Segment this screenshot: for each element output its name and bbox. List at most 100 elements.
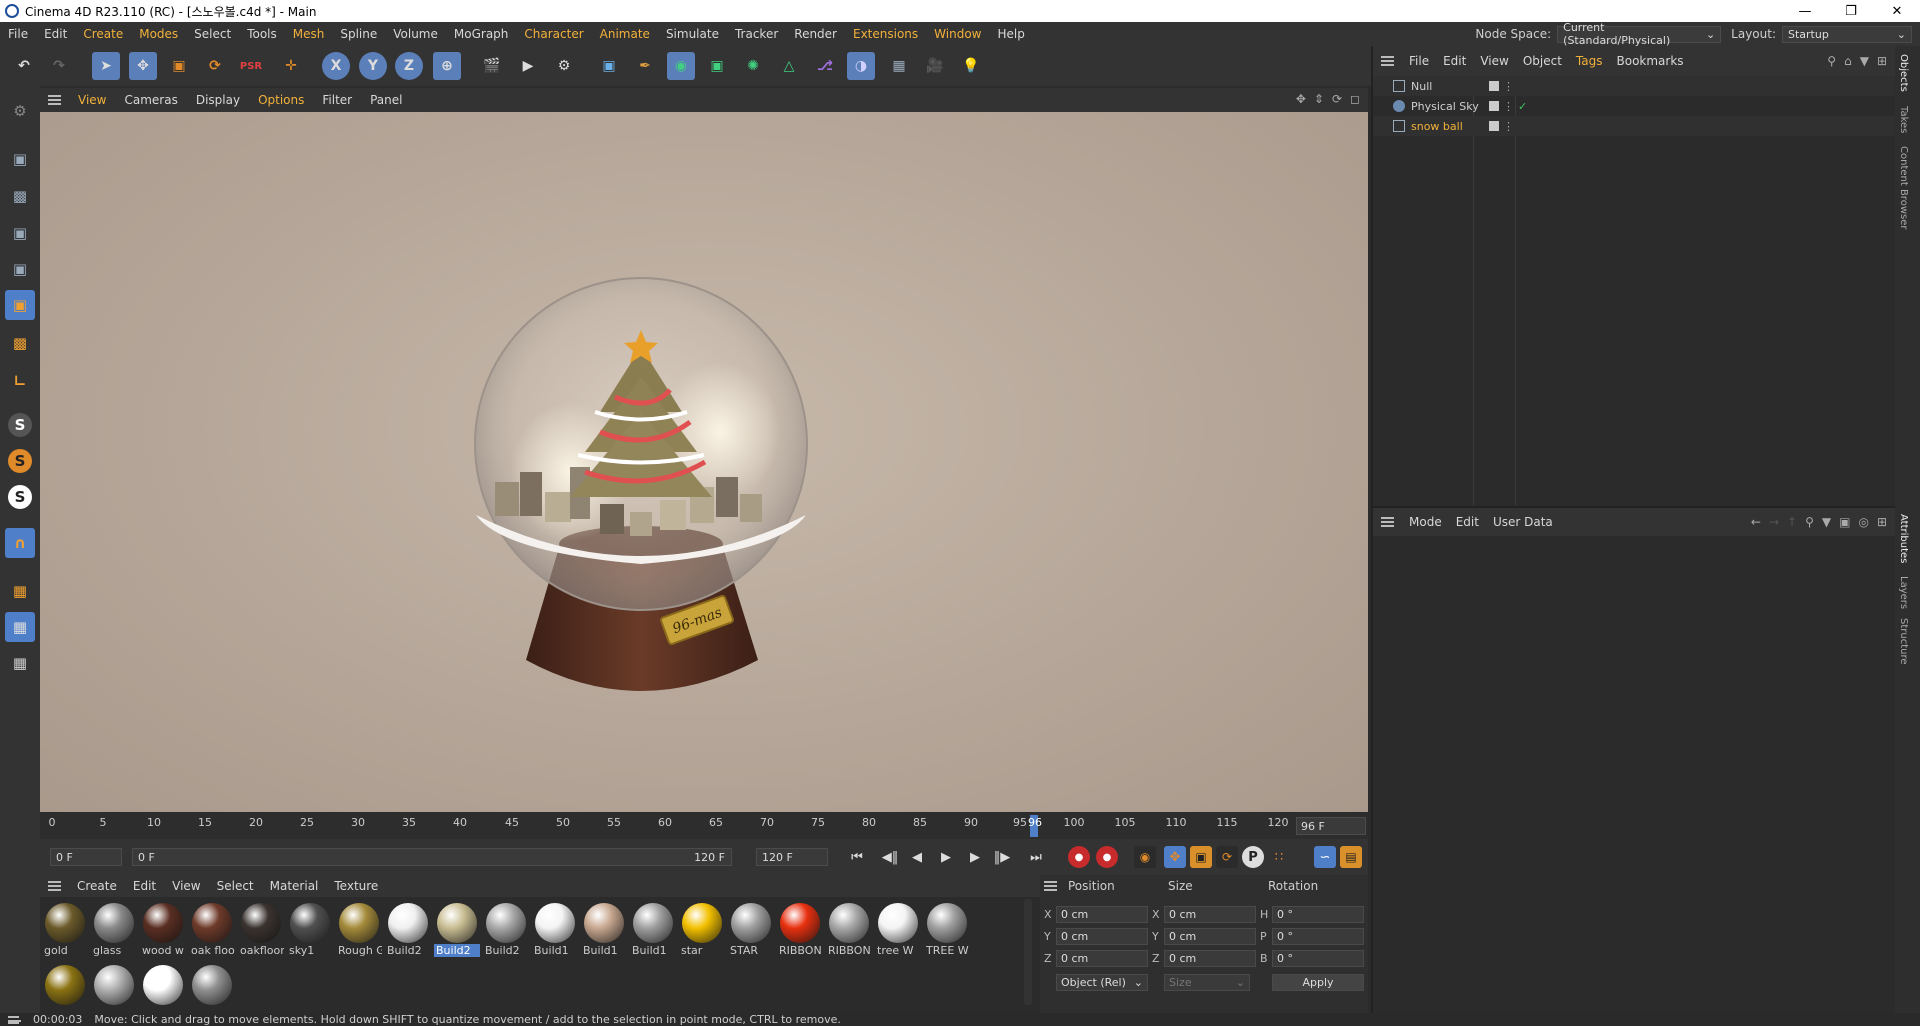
object-row-snow-ball[interactable]: snow ball ⋮ — [1373, 116, 1895, 136]
size-z-field[interactable]: 0 cm — [1164, 950, 1256, 967]
material-swatch[interactable]: oakfloor — [238, 899, 284, 961]
restore-icon[interactable]: ❐ — [1828, 0, 1874, 22]
menu-mesh[interactable]: Mesh — [285, 27, 333, 41]
end-frame-field[interactable]: 120 F — [756, 848, 828, 866]
material-swatch[interactable]: star — [679, 899, 725, 961]
render-picture-viewer-icon[interactable]: ▶ — [514, 52, 542, 80]
viewport-orbit-icon[interactable]: ⟳ — [1332, 92, 1342, 106]
mat-menu-texture[interactable]: Texture — [326, 879, 386, 893]
size-x-field[interactable]: 0 cm — [1164, 906, 1256, 923]
editor-visibility-icon[interactable] — [1489, 101, 1499, 111]
material-swatch[interactable]: sky1 — [287, 899, 333, 961]
material-swatch[interactable]: Rough G — [336, 899, 382, 961]
editor-visibility-icon[interactable] — [1489, 81, 1499, 91]
tab-objects[interactable]: Objects — [1898, 54, 1909, 92]
snapping-magnet-icon[interactable]: ∩ — [5, 528, 35, 558]
material-swatch[interactable]: Build2 — [385, 899, 431, 961]
keyframe-selection-icon[interactable]: ◉ — [1134, 846, 1156, 868]
transform-tool-icon[interactable]: ✛ — [277, 52, 305, 80]
menu-mograph[interactable]: MoGraph — [446, 27, 517, 41]
record-parameter-icon[interactable]: P — [1242, 846, 1264, 868]
viewport-menu-cameras[interactable]: Cameras — [115, 93, 186, 107]
material-swatch[interactable]: Build1 — [630, 899, 676, 961]
scale-tool-icon[interactable]: ▣ — [165, 52, 193, 80]
mat-menu-material[interactable]: Material — [262, 879, 327, 893]
render-view-icon[interactable]: 🎬 — [478, 52, 506, 80]
rot-h-field[interactable]: 0 ° — [1272, 906, 1364, 923]
tab-takes[interactable]: Takes — [1898, 106, 1909, 133]
texture-mode-icon[interactable]: ▩ — [5, 181, 35, 211]
workplane-icon[interactable]: ▦ — [5, 576, 35, 606]
pos-y-field[interactable]: 0 cm — [1056, 928, 1148, 945]
go-to-end-icon[interactable]: ⏭ — [1025, 846, 1047, 868]
obj-menu-bookmarks[interactable]: Bookmarks — [1610, 54, 1691, 68]
pos-z-field[interactable]: 0 cm — [1056, 950, 1148, 967]
undo-icon[interactable]: ↶ — [10, 52, 38, 80]
viewport-pan-icon[interactable]: ✥ — [1296, 92, 1306, 106]
settings-icon[interactable]: ◎ — [1858, 515, 1868, 529]
deformer-bend-icon[interactable]: ⎇ — [811, 52, 839, 80]
camera-icon[interactable]: 🎥 — [921, 52, 949, 80]
pen-spline-icon[interactable]: ✒ — [631, 52, 659, 80]
material-swatch[interactable]: STAR — [728, 899, 774, 961]
material-swatch[interactable]: tree W — [875, 899, 921, 961]
hamburger-menu-icon[interactable] — [8, 1015, 21, 1024]
timeline-ruler[interactable]: 0 5 10 15 20 25 30 35 40 45 50 55 60 65 … — [40, 813, 1368, 839]
menu-extensions[interactable]: Extensions — [845, 27, 926, 41]
solo-single-icon[interactable]: S — [5, 446, 35, 476]
mat-menu-view[interactable]: View — [164, 879, 208, 893]
attr-menu-mode[interactable]: Mode — [1402, 515, 1449, 529]
redo-icon[interactable]: ↷ — [45, 52, 73, 80]
tab-structure[interactable]: Structure — [1898, 618, 1909, 665]
menu-tracker[interactable]: Tracker — [727, 27, 786, 41]
search-icon[interactable]: ⚲ — [1827, 54, 1836, 68]
start-frame-field[interactable]: 0 F — [50, 848, 122, 866]
hamburger-menu-icon[interactable] — [48, 95, 61, 105]
points-mode-icon[interactable]: ▣ — [5, 218, 35, 248]
uv-mode-icon[interactable]: ▩ — [5, 328, 35, 358]
viewport-menu-options[interactable]: Options — [249, 93, 313, 107]
material-swatch[interactable]: Build1 — [581, 899, 627, 961]
menu-help[interactable]: Help — [990, 27, 1033, 41]
size-y-field[interactable]: 0 cm — [1164, 928, 1256, 945]
menu-tools[interactable]: Tools — [239, 27, 285, 41]
record-position-icon[interactable]: ✥ — [1164, 846, 1186, 868]
up-arrow-icon[interactable]: ↑ — [1787, 515, 1797, 529]
coordinate-system-icon[interactable]: ⊕ — [433, 52, 461, 80]
filter-icon[interactable]: ▼ — [1822, 515, 1831, 529]
render-visibility-dots-icon[interactable]: ⋮ — [1503, 120, 1514, 133]
checkmark-icon[interactable]: ✓ — [1518, 100, 1527, 113]
tab-content-browser[interactable]: Content Browser — [1898, 146, 1909, 229]
menu-select[interactable]: Select — [186, 27, 239, 41]
forward-arrow-icon[interactable]: → — [1769, 515, 1779, 529]
attr-menu-edit[interactable]: Edit — [1449, 515, 1486, 529]
object-row-physical-sky[interactable]: Physical Sky ⋮ ✓ — [1373, 96, 1895, 116]
next-key-icon[interactable]: ‖▶ — [991, 846, 1013, 868]
coordinate-mode-dropdown[interactable]: Object (Rel) ⌄ — [1056, 974, 1148, 991]
model-mode-icon[interactable]: ▣ — [5, 144, 35, 174]
material-swatch[interactable]: Build2 — [434, 899, 480, 961]
viewport-menu-filter[interactable]: Filter — [313, 93, 361, 107]
attr-menu-user-data[interactable]: User Data — [1486, 515, 1560, 529]
obj-menu-view[interactable]: View — [1473, 54, 1515, 68]
record-rotation-icon[interactable]: ⟳ — [1216, 846, 1238, 868]
material-swatch[interactable]: wood w — [140, 899, 186, 961]
minimize-icon[interactable]: — — [1782, 0, 1828, 22]
environment-sky-icon[interactable]: ◑ — [847, 52, 875, 80]
x-axis-lock-button[interactable]: X — [322, 52, 350, 80]
menu-modes[interactable]: Modes — [131, 27, 186, 41]
hamburger-menu-icon[interactable] — [48, 881, 61, 891]
menu-animate[interactable]: Animate — [592, 27, 658, 41]
rot-b-field[interactable]: 0 ° — [1272, 950, 1364, 967]
go-to-start-icon[interactable]: ⏮ — [846, 846, 868, 868]
y-axis-lock-button[interactable]: Y — [359, 52, 387, 80]
hamburger-menu-icon[interactable] — [1381, 517, 1394, 527]
viewport-dolly-icon[interactable]: ⇕ — [1314, 92, 1324, 106]
3d-viewport[interactable]: 96-mas — [40, 112, 1368, 812]
object-row-null[interactable]: Null ⋮ — [1373, 76, 1895, 96]
timeline-window-icon[interactable]: ▤ — [1340, 846, 1362, 868]
viewport-menu-panel[interactable]: Panel — [361, 93, 411, 107]
mat-menu-edit[interactable]: Edit — [125, 879, 164, 893]
previous-frame-icon[interactable]: ◀ — [906, 846, 928, 868]
obj-menu-tags[interactable]: Tags — [1569, 54, 1610, 68]
